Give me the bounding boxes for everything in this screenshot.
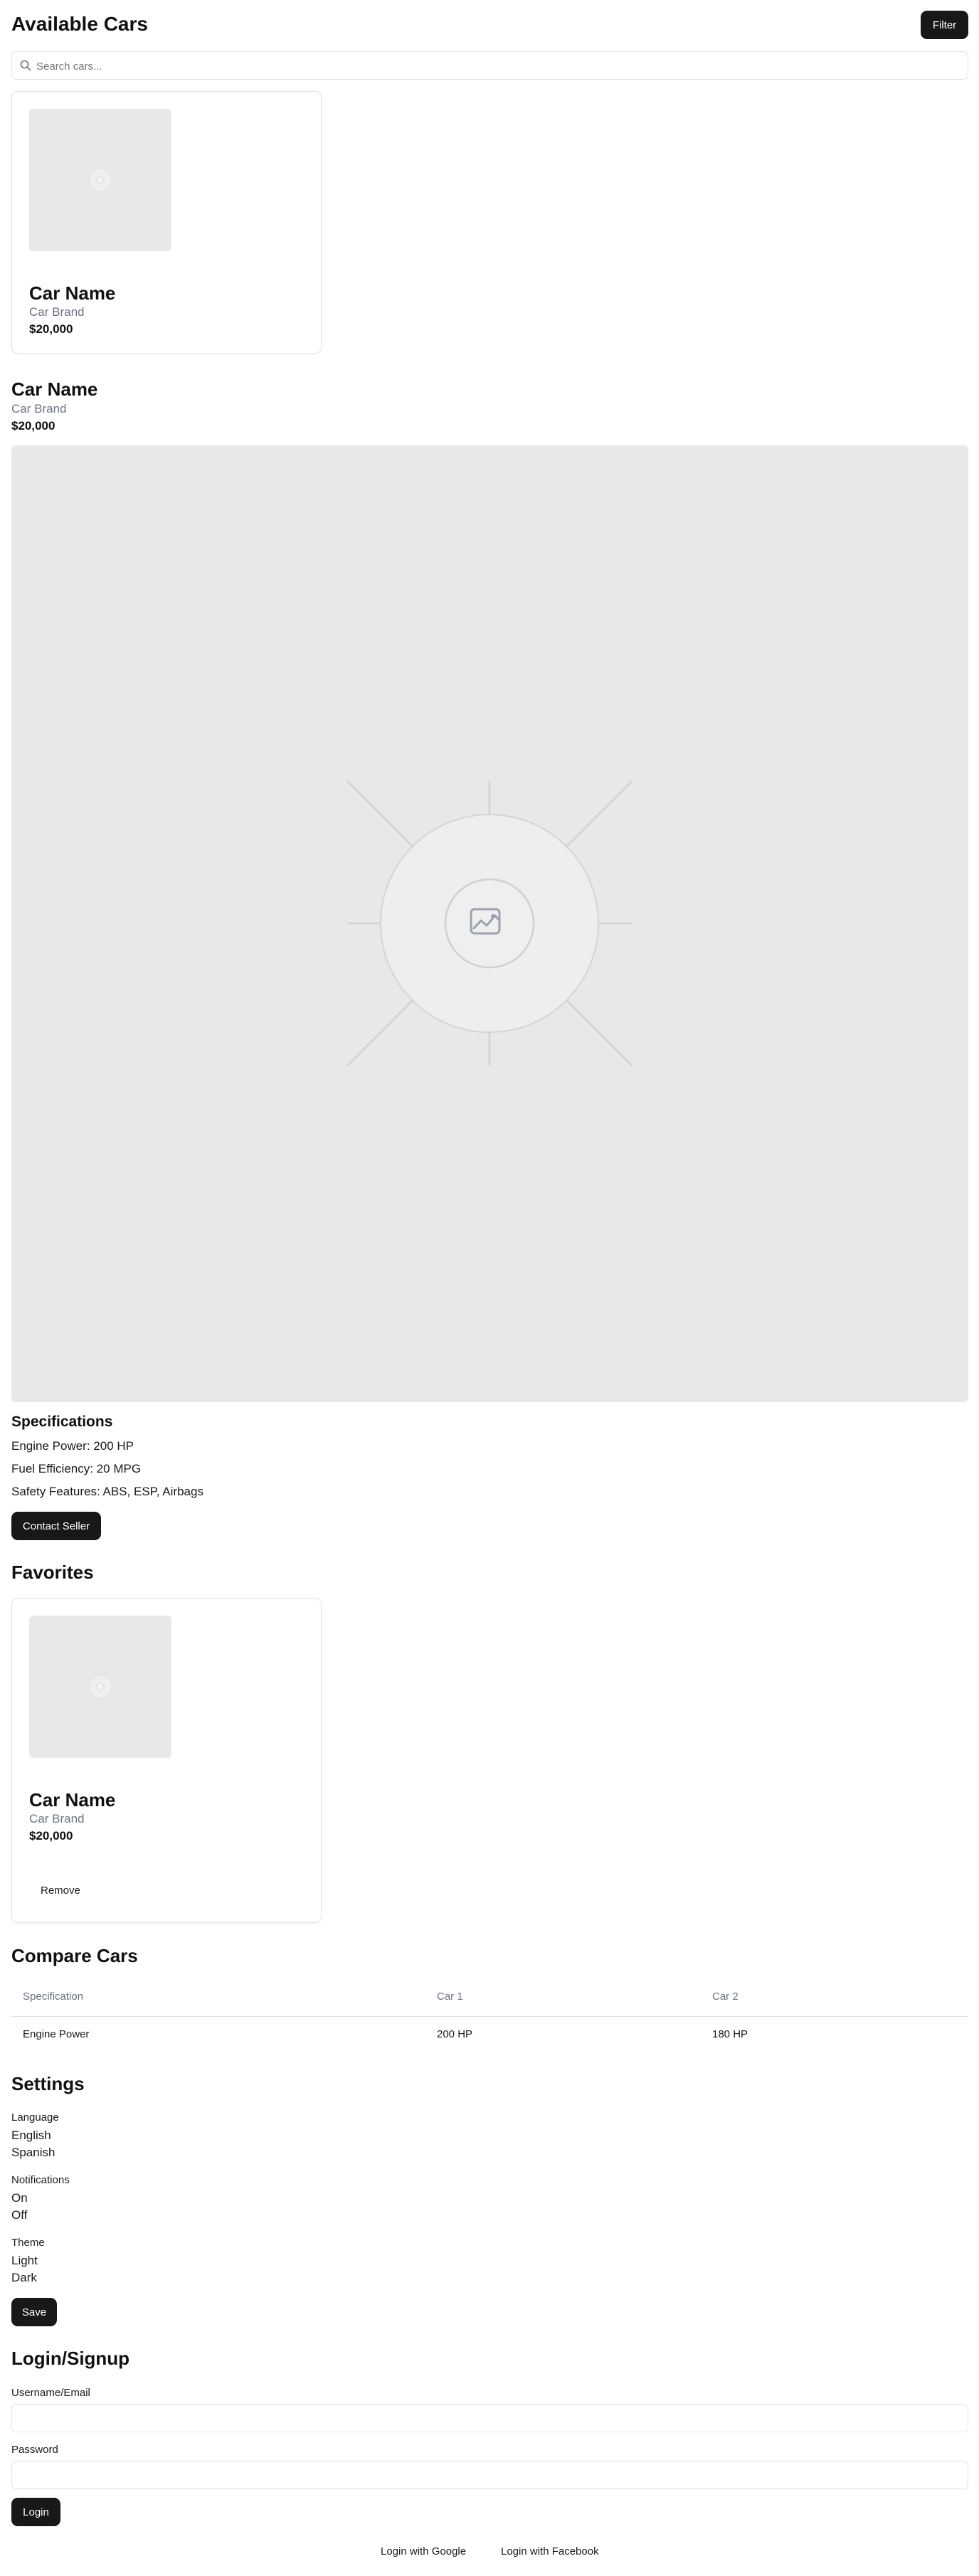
image-placeholder-icon <box>346 780 633 1066</box>
image-placeholder-icon <box>88 1675 112 1699</box>
password-field[interactable] <box>11 2461 968 2489</box>
remove-favorite-button[interactable]: Remove <box>29 1876 86 1904</box>
login-button[interactable]: Login <box>11 2498 60 2526</box>
notifications-option-on[interactable]: On <box>11 2191 28 2205</box>
search-icon <box>19 59 32 72</box>
car-name: Car Name <box>29 282 116 304</box>
login-with-google-button[interactable]: Login with Google <box>374 2538 473 2564</box>
search-bar[interactable] <box>11 51 968 80</box>
favorites-title: Favorites <box>11 1562 94 1583</box>
image-placeholder-icon <box>88 168 112 192</box>
table-row: Engine Power 200 HP 180 HP <box>11 2017 968 2053</box>
language-option-spanish[interactable]: Spanish <box>11 2146 55 2160</box>
detail-car-image <box>11 445 968 1402</box>
car-card[interactable]: Car Name Car Brand $20,000 <box>11 91 322 354</box>
compare-title: Compare Cars <box>11 1945 138 1966</box>
username-field[interactable] <box>11 2404 968 2432</box>
car-price: $20,000 <box>29 322 73 336</box>
spec-fuel-efficiency: Fuel Efficiency: 20 MPG <box>11 1462 142 1475</box>
username-label: Username/Email <box>11 2387 90 2399</box>
login-with-facebook-button[interactable]: Login with Facebook <box>494 2538 606 2564</box>
favorite-car-card[interactable]: Car Name Car Brand $20,000 Remove <box>11 1598 322 1923</box>
specifications-title: Specifications <box>11 1414 113 1430</box>
theme-option-light[interactable]: Light <box>11 2254 38 2268</box>
save-button[interactable]: Save <box>11 2298 57 2326</box>
spec-engine-power: Engine Power: 200 HP <box>11 1439 134 1453</box>
theme-option-dark[interactable]: Dark <box>11 2271 37 2285</box>
car-image <box>29 1616 171 1758</box>
car-image <box>29 109 171 251</box>
car-brand: Car Brand <box>29 1812 85 1825</box>
compare-header-specification: Specification <box>23 1991 84 2003</box>
notifications-option-off[interactable]: Off <box>11 2208 27 2222</box>
table-cell: Engine Power <box>23 2028 90 2040</box>
car-price: $20,000 <box>29 1829 73 1843</box>
table-cell: 180 HP <box>712 2028 748 2040</box>
detail-car-brand: Car Brand <box>11 402 67 415</box>
spec-safety-features: Safety Features: ABS, ESP, Airbags <box>11 1485 203 1498</box>
theme-label: Theme <box>11 2237 45 2249</box>
settings-title: Settings <box>11 2073 85 2094</box>
car-brand: Car Brand <box>29 305 85 319</box>
auth-title: Login/Signup <box>11 2348 130 2369</box>
filter-button[interactable]: Filter <box>921 11 968 39</box>
search-input[interactable] <box>36 58 954 75</box>
notifications-label: Notifications <box>11 2174 70 2186</box>
detail-car-price: $20,000 <box>11 419 55 433</box>
page-title: Available Cars <box>11 13 148 35</box>
contact-seller-button[interactable]: Contact Seller <box>11 1512 101 1540</box>
compare-header-car-2: Car 2 <box>712 1991 739 2003</box>
car-name: Car Name <box>29 1789 116 1811</box>
password-label: Password <box>11 2444 58 2456</box>
table-cell: 200 HP <box>437 2028 473 2040</box>
language-option-english[interactable]: English <box>11 2129 51 2143</box>
language-label: Language <box>11 2111 59 2124</box>
detail-car-name: Car Name <box>11 378 98 400</box>
compare-table: Specification Car 1 Car 2 Engine Power 2… <box>11 1979 968 2053</box>
compare-header-car-1: Car 1 <box>437 1991 463 2003</box>
